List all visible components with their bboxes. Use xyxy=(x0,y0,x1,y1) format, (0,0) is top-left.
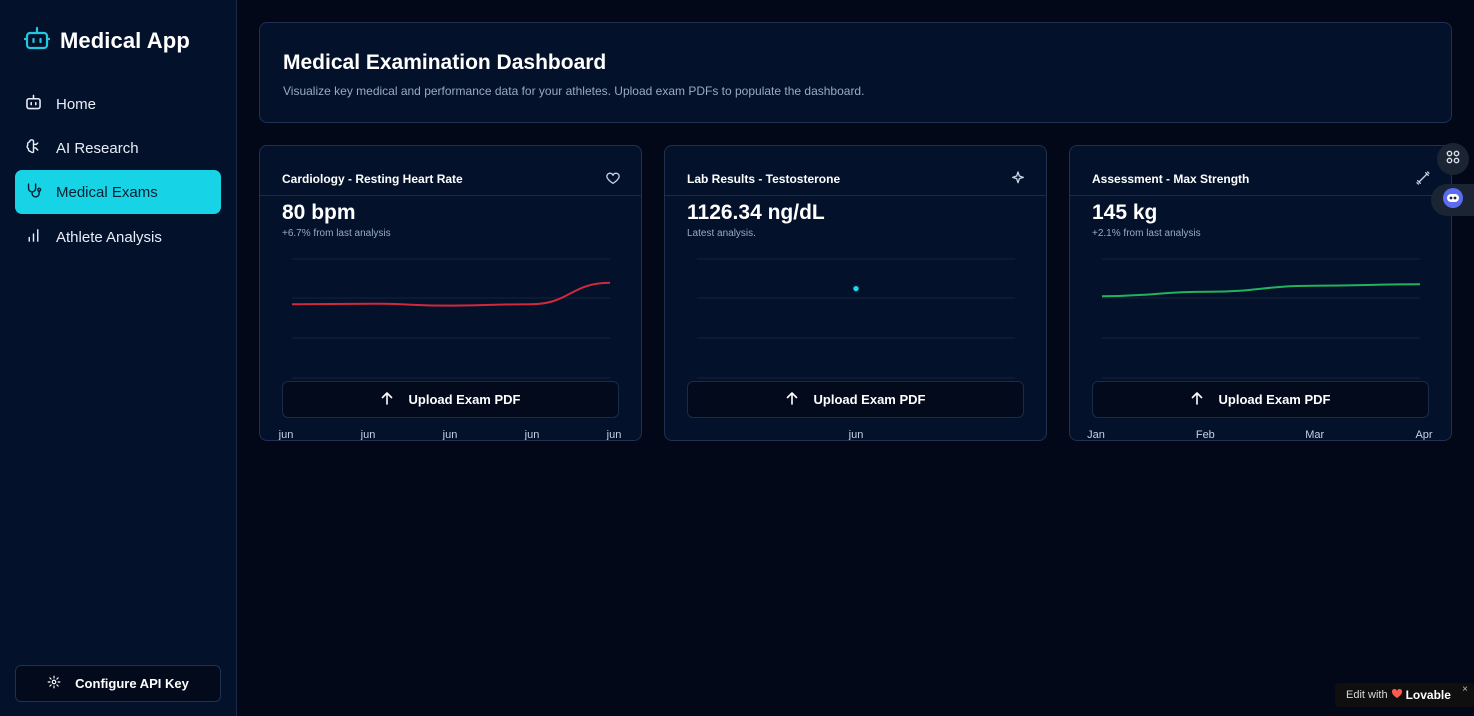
x-tick-label: Jan xyxy=(1087,429,1105,441)
max-strength-card: Assessment - Max Strength 145 kg +2.1% f… xyxy=(1069,145,1452,441)
lovable-brand: Lovable xyxy=(1405,688,1451,702)
upload-exam-pdf-button[interactable]: Upload Exam PDF xyxy=(282,381,619,418)
arrow-up-icon xyxy=(786,391,798,408)
x-tick-label: jun xyxy=(606,429,622,441)
apps-grid-button[interactable] xyxy=(1437,143,1469,175)
upload-exam-pdf-button[interactable]: Upload Exam PDF xyxy=(687,381,1024,418)
heart-rate-card: Cardiology - Resting Heart Rate 80 bpm +… xyxy=(259,145,642,441)
upload-label: Upload Exam PDF xyxy=(1218,392,1331,407)
x-tick-label: jun xyxy=(360,429,376,441)
bar-chart-icon xyxy=(25,227,42,248)
x-tick-label: jun xyxy=(524,429,540,441)
sidebar-item-label: Athlete Analysis xyxy=(56,228,162,246)
edit-with-lovable-badge[interactable]: Edit with Lovable × xyxy=(1335,683,1474,707)
lovable-heart-icon xyxy=(1391,688,1402,702)
arrow-up-icon xyxy=(381,391,393,408)
sidebar-item-label: Home xyxy=(56,95,97,113)
brain-icon xyxy=(25,138,42,159)
bot-icon xyxy=(25,94,42,114)
arrow-up-icon xyxy=(1191,391,1203,408)
series-line xyxy=(291,281,611,307)
stethoscope-icon xyxy=(25,182,42,203)
upload-label: Upload Exam PDF xyxy=(813,392,926,407)
x-tick-label: jun xyxy=(442,429,458,441)
x-tick-label: jun xyxy=(848,429,864,441)
assistant-bot-button[interactable] xyxy=(1431,184,1474,216)
page-title: Medical Examination Dashboard xyxy=(283,51,607,74)
bot-face-icon xyxy=(1442,187,1464,214)
sidebar-item-home[interactable]: Home xyxy=(15,82,221,126)
x-tick-label: Feb xyxy=(1196,429,1215,441)
grid-icon xyxy=(1446,150,1460,169)
gear-icon xyxy=(47,675,61,692)
sidebar-item-label: Medical Exams xyxy=(56,183,158,201)
data-point xyxy=(852,284,860,293)
configure-api-key-button[interactable]: Configure API Key xyxy=(15,665,221,702)
page-subtitle: Visualize key medical and performance da… xyxy=(283,84,865,98)
configure-api-key-label: Configure API Key xyxy=(75,676,189,691)
app-title: Medical App xyxy=(60,27,190,53)
close-icon[interactable]: × xyxy=(1462,684,1468,695)
upload-exam-pdf-button[interactable]: Upload Exam PDF xyxy=(1092,381,1429,418)
sidebar-item-athlete-analysis[interactable]: Athlete Analysis xyxy=(15,215,221,259)
x-tick-label: Mar xyxy=(1305,429,1324,441)
sidebar-item-medical-exams[interactable]: Medical Exams xyxy=(15,170,221,214)
sidebar-item-label: AI Research xyxy=(56,139,139,157)
x-tick-label: jun xyxy=(278,429,294,441)
testosterone-card: Lab Results - Testosterone 1126.34 ng/dL… xyxy=(664,145,1047,441)
brand: Medical App xyxy=(23,26,190,55)
lovable-prefix: Edit with xyxy=(1346,689,1388,701)
sidebar-item-ai-research[interactable]: AI Research xyxy=(15,126,221,170)
sidebar: Medical App Home AI Research Medical Exa… xyxy=(0,0,237,716)
x-tick-label: Apr xyxy=(1415,429,1432,441)
upload-label: Upload Exam PDF xyxy=(408,392,521,407)
bot-logo-icon xyxy=(23,26,51,55)
series-line xyxy=(1101,283,1421,298)
dashboard-header: Medical Examination Dashboard Visualize … xyxy=(259,22,1452,123)
